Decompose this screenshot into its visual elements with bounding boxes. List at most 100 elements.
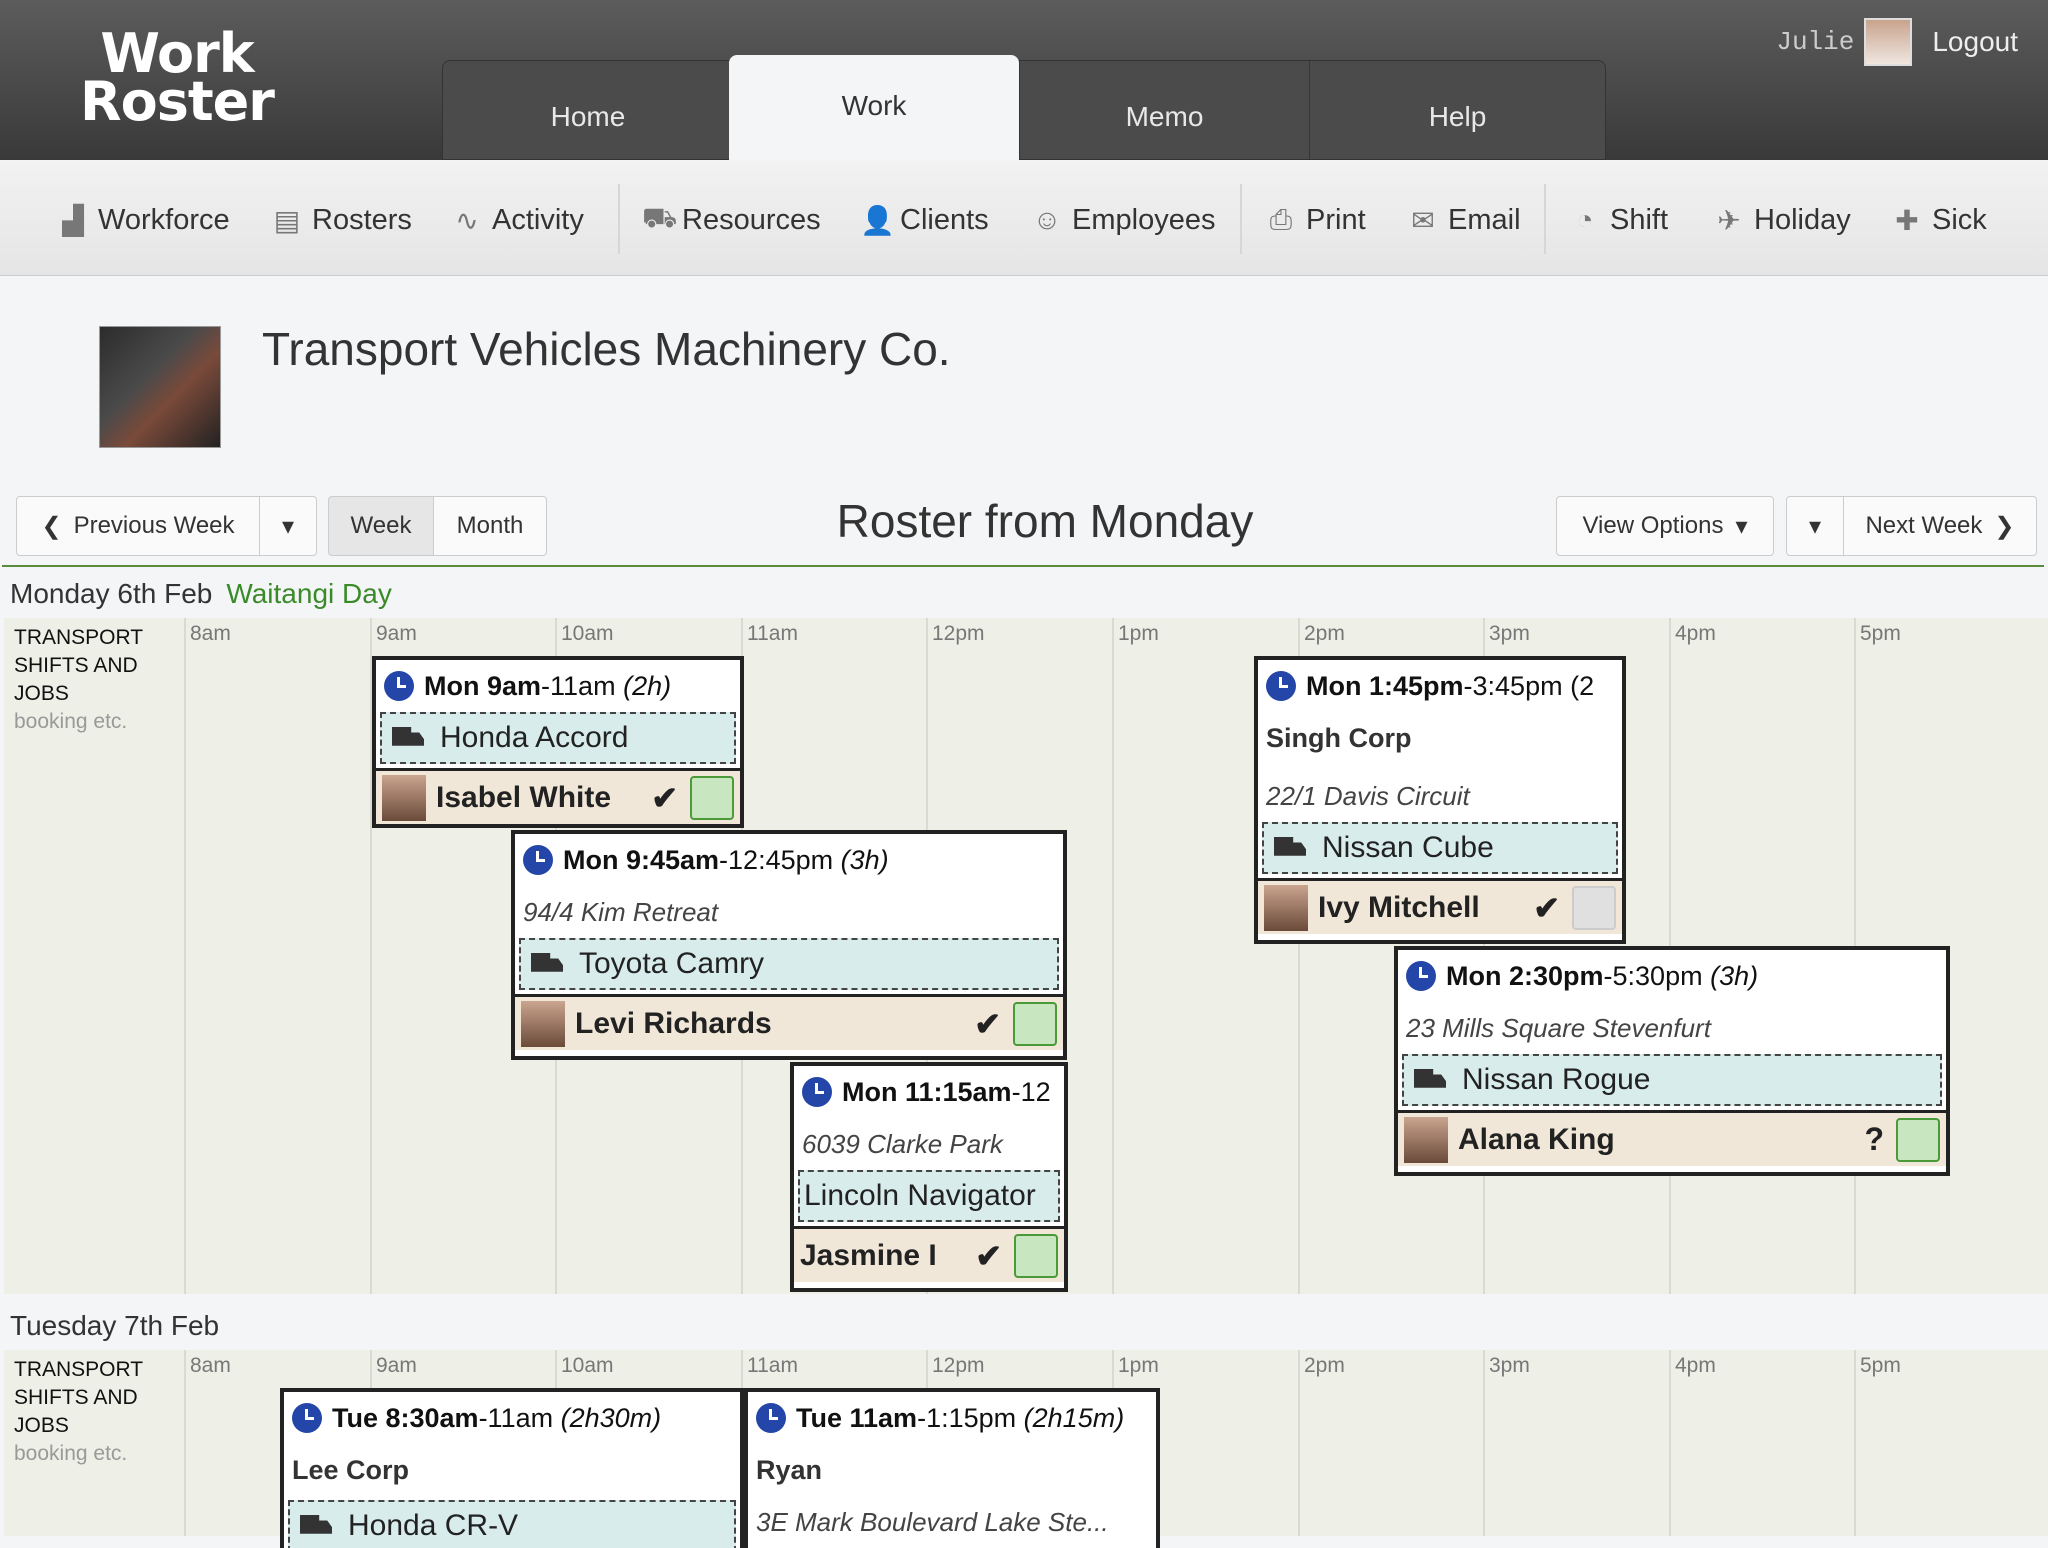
- clock-icon: [756, 1403, 786, 1433]
- shift-vehicle[interactable]: Honda CR-V: [288, 1500, 736, 1548]
- shift-card[interactable]: Tue 8:30am -11am (2h30m) Lee Corp Honda C…: [280, 1388, 744, 1548]
- toolbar-sick[interactable]: ✚ Sick: [1892, 198, 1987, 242]
- view-options-button[interactable]: View Options ▾: [1556, 496, 1774, 556]
- toolbar-resources[interactable]: ⛟ Resources: [642, 198, 821, 242]
- truck-icon: ⛟: [642, 202, 678, 233]
- toolbar-activity[interactable]: ∿ Activity: [452, 198, 584, 242]
- shift-card[interactable]: Mon 1:45pm -3:45pm (2 Singh Corp 22/1 Dav…: [1254, 656, 1626, 944]
- toolbar-label: Activity: [492, 203, 584, 236]
- week-view-button[interactable]: Week: [328, 496, 434, 556]
- shift-card[interactable]: Mon 2:30pm -5:30pm (3h) 23 Mills Square S…: [1394, 946, 1950, 1176]
- row-label-line: TRANSPORT: [14, 1358, 144, 1381]
- previous-week-dropdown[interactable]: ▾: [259, 496, 317, 556]
- shift-card[interactable]: Tue 11am -1:15pm (2h15m) Ryan 3E Mark Bou…: [744, 1388, 1160, 1548]
- hour-label: 3pm: [1489, 1354, 1530, 1377]
- hour-label: 5pm: [1860, 622, 1901, 645]
- medical-icon: ✚: [1895, 204, 1919, 236]
- hour-label: 8am: [190, 1354, 231, 1377]
- shift-card[interactable]: Mon 9:45am -12:45pm (3h) 94/4 Kim Retreat…: [511, 830, 1067, 1060]
- user-avatar[interactable]: [1864, 18, 1913, 66]
- shift-address: 6039 Clarke Park: [802, 1128, 1003, 1159]
- toolbar-label: Employees: [1072, 203, 1216, 236]
- shift-vehicle[interactable]: Honda Accord: [380, 712, 736, 764]
- toolbar-workforce[interactable]: ▟ Workforce: [58, 198, 229, 242]
- hour-label: 5pm: [1860, 1354, 1901, 1377]
- shift-card[interactable]: Mon 9am -11am (2h) Honda Accord Isabel Wh…: [372, 656, 744, 828]
- main-tabs: Home Work Memo Help: [442, 55, 1606, 161]
- user-name[interactable]: Julie: [1776, 27, 1854, 57]
- logout-link[interactable]: Logout: [1932, 26, 2018, 58]
- shift-address: 3E Mark Boulevard Lake Ste...: [756, 1506, 1109, 1537]
- hour-label: 8am: [190, 622, 231, 645]
- shift-address: 23 Mills Square Stevenfurt: [1406, 1012, 1711, 1043]
- toolbar-shift[interactable]: ◔ Shift: [1570, 198, 1669, 242]
- shift-vehicle[interactable]: Nissan Cube: [1262, 822, 1618, 874]
- hour-label: 2pm: [1304, 1354, 1345, 1377]
- month-view-button[interactable]: Month: [433, 496, 547, 556]
- previous-week-label: Previous Week: [73, 512, 235, 539]
- status-checkbox[interactable]: [1013, 1001, 1057, 1046]
- next-week-button[interactable]: Next Week ❯: [1843, 496, 2037, 556]
- shift-address: 22/1 Davis Circuit: [1266, 780, 1470, 811]
- toolbar-label: Email: [1448, 203, 1521, 236]
- status-checkbox[interactable]: [1014, 1233, 1058, 1278]
- toolbar-employees[interactable]: ☺ Employees: [1032, 198, 1216, 242]
- row-label-line: JOBS: [14, 1414, 69, 1437]
- employee-avatar: [1404, 1116, 1448, 1163]
- roster-title: Roster from Monday: [836, 495, 1254, 547]
- shift-employee[interactable]: Jasmine I ✔: [794, 1226, 1064, 1282]
- shift-employee[interactable]: Ivy Mitchell ✔: [1258, 878, 1622, 934]
- hour-label: 1pm: [1118, 1354, 1159, 1377]
- caret-down-icon: ▾: [281, 512, 295, 540]
- holiday-label: Waitangi Day: [226, 578, 392, 609]
- shift-vehicle[interactable]: Toyota Camry: [519, 938, 1059, 990]
- hour-line: [1669, 1350, 1671, 1536]
- hour-label: 11am: [747, 622, 798, 645]
- shift-card[interactable]: Mon 11:15am -12 6039 Clarke Park Lincoln …: [790, 1062, 1068, 1292]
- toolbar-print[interactable]: ⎙ Print: [1266, 198, 1366, 242]
- toolbar-divider: [618, 184, 620, 254]
- toolbar-email[interactable]: ✉ Email: [1408, 198, 1521, 242]
- shift-time: Mon 1:45pm -3:45pm (2: [1258, 660, 1622, 712]
- toolbar-label: Sick: [1932, 203, 1987, 236]
- toolbar-rosters[interactable]: ▤ Rosters: [272, 198, 412, 242]
- shift-vehicle[interactable]: Nissan Rogue: [1402, 1054, 1942, 1106]
- tab-work[interactable]: Work: [729, 55, 1019, 161]
- hour-label: 9am: [376, 1354, 417, 1377]
- shift-vehicle[interactable]: Lincoln Navigator: [798, 1170, 1060, 1222]
- plane-icon: ✈: [1717, 204, 1741, 236]
- tab-memo[interactable]: Memo: [1019, 61, 1309, 161]
- shift-employee[interactable]: Isabel White ✔: [376, 768, 740, 824]
- shift-client: Lee Corp: [292, 1454, 410, 1485]
- toolbar-holiday[interactable]: ✈ Holiday: [1714, 198, 1850, 242]
- toolbar-divider: [1544, 184, 1546, 254]
- app-header: Work Roster Home Work Memo Help Julie Lo…: [0, 0, 2048, 161]
- hour-label: 11am: [747, 1354, 798, 1377]
- shift-time: Mon 9am -11am (2h): [376, 660, 740, 712]
- shift-address: 94/4 Kim Retreat: [523, 896, 719, 927]
- hour-label: 10am: [561, 622, 614, 645]
- shift-employee[interactable]: Levi Richards ✔: [515, 994, 1063, 1050]
- status-checkbox[interactable]: [1896, 1117, 1940, 1162]
- employee-avatar: [382, 774, 426, 821]
- toolbar-label: Rosters: [312, 203, 412, 236]
- status-checkbox[interactable]: [1572, 885, 1616, 930]
- activity-icon: ∿: [455, 204, 479, 236]
- toolbar: ▟ Workforce ▤ Rosters ∿ Activity ⛟ Resources…: [0, 160, 2048, 276]
- row-label: TRANSPORT SHIFTS AND JOBS booking etc.: [14, 1356, 184, 1468]
- shift-employee[interactable]: Alana King?: [1398, 1110, 1946, 1166]
- caret-down-icon: ▾: [1735, 512, 1748, 540]
- tab-home[interactable]: Home: [443, 61, 733, 161]
- toolbar-clients[interactable]: 👤 Clients: [860, 198, 989, 242]
- app-logo[interactable]: Work Roster: [62, 27, 292, 129]
- hour-line: [1112, 618, 1114, 1294]
- shift-time: Mon 11:15am -12: [794, 1066, 1064, 1118]
- hour-label: 4pm: [1675, 1354, 1716, 1377]
- status-checkbox[interactable]: [690, 775, 734, 820]
- divider-line: [2, 565, 2044, 567]
- hour-label: 1pm: [1118, 622, 1159, 645]
- previous-week-button[interactable]: ❮ Previous Week: [16, 496, 260, 556]
- next-week-dropdown[interactable]: ▾: [1786, 496, 1844, 556]
- tab-help[interactable]: Help: [1309, 61, 1605, 161]
- caret-down-icon: ▾: [1808, 512, 1822, 540]
